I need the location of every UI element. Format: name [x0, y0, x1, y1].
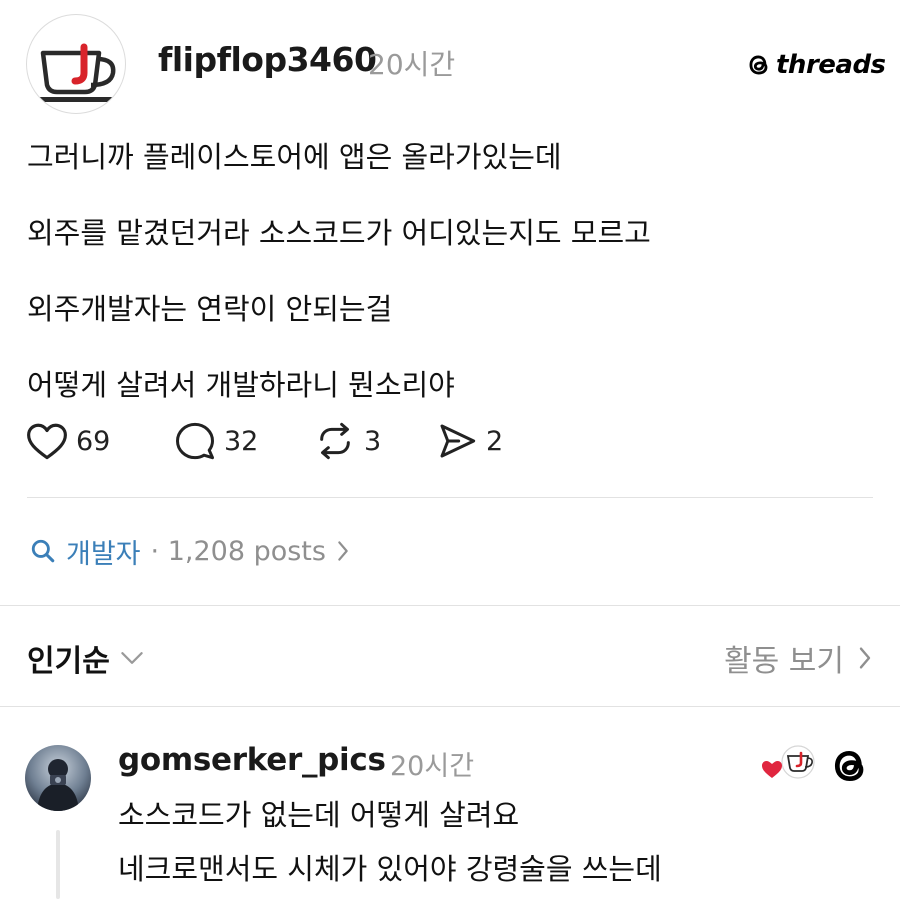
topic-link[interactable]: 개발자 · 1,208 posts — [30, 530, 350, 572]
search-icon — [31, 539, 55, 563]
post-body: 그러니까 플레이스토어에 앱은 올라가있는데 외주를 맡겼던거라 소스코드가 어… — [27, 137, 877, 441]
post-line: 외주개발자는 연락이 안되는걸 — [27, 292, 393, 326]
topic-name[interactable]: 개발자 — [66, 532, 141, 571]
profile-photo-icon — [25, 745, 91, 811]
chevron-right-icon — [338, 541, 348, 561]
share-button[interactable]: 2 — [436, 418, 503, 464]
threads-logo-icon — [749, 55, 768, 75]
chevron-down-icon — [121, 652, 143, 664]
view-activity-button[interactable]: 활동 보기 — [724, 636, 872, 680]
cup-logo-icon — [37, 43, 116, 102]
divider — [0, 605, 900, 606]
like-count: 69 — [76, 425, 111, 457]
sort-selector[interactable]: 인기순 — [27, 636, 144, 680]
avatar[interactable] — [25, 745, 91, 811]
reply-item: gomserker_pics 20시간 소스코드가 없는데 어떻게 살려요 네크… — [0, 720, 900, 899]
repost-count: 3 — [364, 425, 382, 457]
post-line: 어떻게 살려서 개발하라니 뭔소리야 — [27, 368, 455, 402]
author-liked-badge — [760, 742, 816, 786]
brand-text: threads — [776, 50, 886, 80]
threads-brand: threads — [746, 50, 886, 80]
thread-line — [56, 830, 60, 899]
repost-button[interactable]: 3 — [314, 418, 381, 464]
comment-count: 32 — [224, 425, 259, 457]
post-line: 외주를 맡겼던거라 소스코드가 어디있는지도 모르고 — [27, 216, 651, 250]
post-username[interactable]: flipflop3460 — [158, 40, 377, 79]
threads-logo-icon — [834, 750, 864, 782]
topic-count: · 1,208 posts — [150, 535, 326, 567]
reply-line: 네크로맨서도 시체가 있어야 강령술을 쓰는데 — [118, 852, 662, 886]
post-time: 20시간 — [368, 48, 456, 81]
post-actions: 69 32 3 2 — [26, 418, 626, 464]
avatar[interactable] — [26, 14, 126, 114]
reply-line: 소스코드가 없는데 어떻게 살려요 — [118, 798, 520, 832]
chevron-right-icon — [859, 647, 871, 669]
threads-logo-button[interactable] — [828, 744, 872, 788]
sort-label: 인기순 — [27, 644, 110, 679]
divider — [27, 497, 873, 498]
share-icon — [440, 424, 476, 458]
share-count: 2 — [486, 425, 504, 457]
comment-icon — [176, 422, 214, 460]
author-like-icon — [762, 745, 815, 779]
comment-button[interactable]: 32 — [174, 418, 258, 464]
heart-icon — [27, 423, 67, 460]
activity-label: 활동 보기 — [724, 644, 844, 679]
reply-time: 20시간 — [390, 751, 475, 782]
post-line: 그러니까 플레이스토어에 앱은 올라가있는데 — [27, 140, 562, 174]
like-button[interactable]: 69 — [26, 418, 110, 464]
post-header: flipflop3460 20시간 threads — [0, 0, 900, 130]
divider — [0, 706, 900, 707]
repost-icon — [320, 422, 350, 460]
reply-username[interactable]: gomserker_pics — [118, 742, 386, 778]
